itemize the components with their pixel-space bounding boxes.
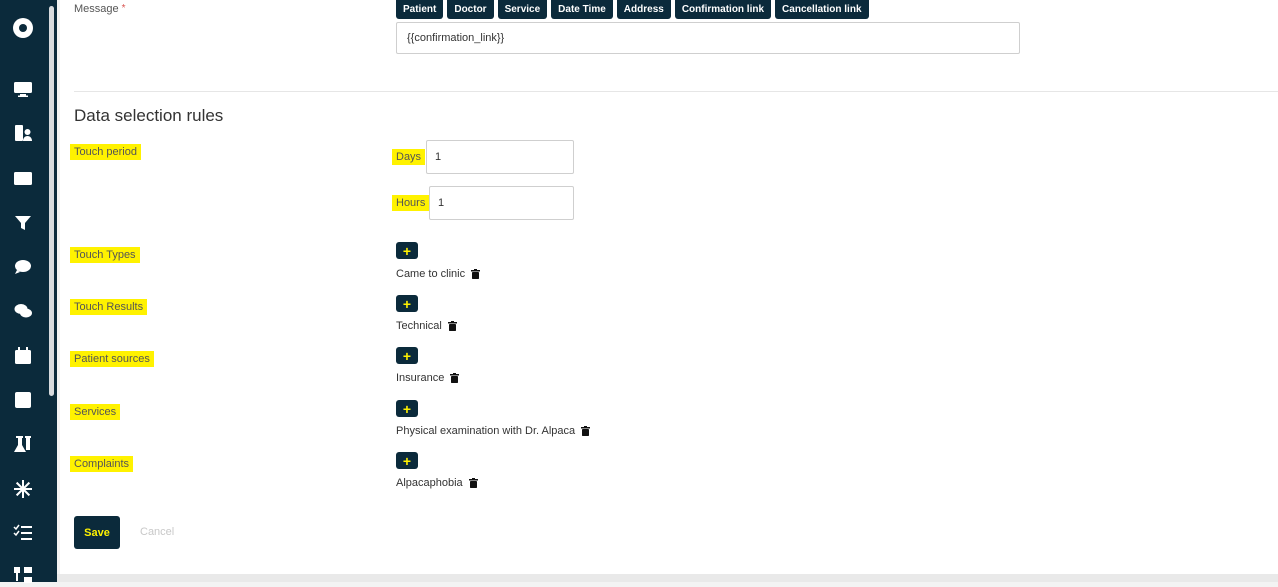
trash-icon[interactable] [447,321,457,331]
touch-type-item: Came to clinic [396,268,481,280]
placeholder-chips: Patient Doctor Service Date Time Address… [396,0,869,19]
patient-sources-label: Patient sources [70,351,154,367]
hours-input[interactable]: 1 [429,186,574,220]
checklist-icon[interactable] [11,521,35,545]
add-complaint-button[interactable]: + [396,452,418,469]
cancel-button[interactable]: Cancel [140,526,174,538]
filter-icon[interactable] [11,211,35,235]
chip-address[interactable]: Address [616,0,671,19]
chat-icon[interactable] [11,255,35,279]
sidebar [0,0,57,583]
add-patient-source-button[interactable]: + [396,347,418,364]
add-touch-result-button[interactable]: + [396,295,418,312]
hierarchy-icon[interactable] [11,563,35,587]
divider [74,91,1278,92]
patients-icon[interactable] [11,121,35,145]
add-touch-type-button[interactable]: + [396,242,418,259]
service-item: Physical examination with Dr. Alpaca [396,425,591,437]
trash-icon[interactable] [468,478,478,488]
chip-doctor[interactable]: Doctor [447,0,494,19]
add-service-button[interactable]: + [396,400,418,417]
monitor-icon[interactable] [11,77,35,101]
message-label: Message * [74,3,126,15]
snowflake-icon[interactable] [11,477,35,501]
touch-result-item: Technical [396,320,457,332]
bottom-strip [57,574,1278,582]
sidebar-scrollbar[interactable] [49,6,54,396]
patient-source-item: Insurance [396,372,460,384]
conversations-icon[interactable] [11,299,35,323]
services-label: Services [70,404,121,420]
trash-icon[interactable] [471,269,481,279]
chip-cancellation-link[interactable]: Cancellation link [775,0,869,19]
hours-label: Hours [392,195,430,211]
trash-icon[interactable] [450,373,460,383]
medical-plus-icon[interactable] [11,388,35,412]
logo-icon[interactable] [13,18,33,38]
complaint-item: Alpacaphobia [396,477,478,489]
trash-icon[interactable] [581,426,591,436]
calendar-icon[interactable] [11,344,35,368]
chip-date-time[interactable]: Date Time [551,0,613,19]
chip-service[interactable]: Service [497,0,548,19]
required-mark: * [121,3,126,14]
touch-period-label: Touch period [70,144,141,160]
main-content: Message * Patient Doctor Service Date Tim… [60,0,1278,574]
id-card-icon[interactable] [11,166,35,190]
touch-results-label: Touch Results [70,299,148,315]
save-button[interactable]: Save [74,516,120,549]
days-input[interactable]: 1 [426,140,574,174]
section-title: Data selection rules [74,106,224,125]
touch-types-label: Touch Types [70,247,140,263]
chip-patient[interactable]: Patient [396,0,444,19]
lab-flask-icon[interactable] [11,432,35,456]
message-textarea[interactable]: {{confirmation_link}} [396,22,1020,54]
days-label: Days [392,149,426,165]
chip-confirmation-link[interactable]: Confirmation link [674,0,772,19]
complaints-label: Complaints [70,456,134,472]
